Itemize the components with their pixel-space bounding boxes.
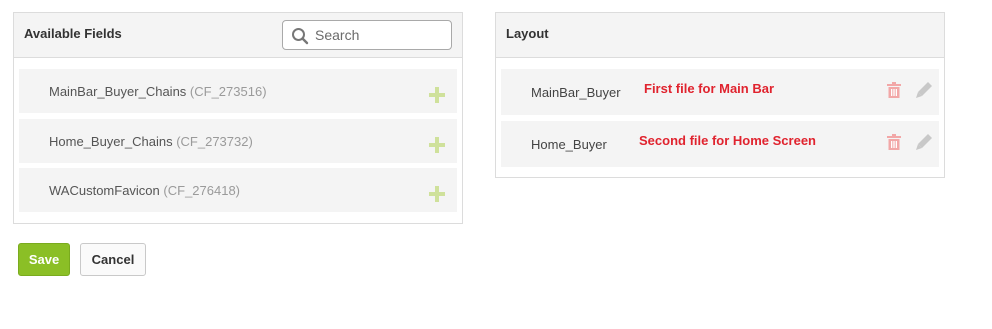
field-row[interactable]: Home_Buyer_Chains (CF_273732) [19,119,457,163]
available-fields-panel: Available Fields MainBar_Buyer_Chains (C… [13,12,463,224]
field-label: WACustomFavicon (CF_276418) [49,183,240,198]
search-box[interactable] [282,20,452,50]
layout-row[interactable]: MainBar_Buyer First file for Main Bar [501,69,939,115]
plus-icon[interactable] [429,137,445,153]
field-code: (CF_276418) [163,183,241,198]
plus-icon[interactable] [429,186,445,202]
pencil-icon[interactable] [915,133,933,151]
search-input[interactable] [315,23,445,47]
plus-icon[interactable] [429,87,445,103]
field-name: Home_Buyer_Chains [49,134,173,149]
layout-header: Layout [496,13,944,58]
available-fields-header: Available Fields [14,13,462,58]
field-label: MainBar_Buyer_Chains (CF_273516) [49,84,267,99]
field-code: (CF_273516) [189,84,267,99]
layout-panel: Layout MainBar_Buyer First file for Main… [495,12,945,178]
layout-item-name: Home_Buyer [531,137,607,152]
available-fields-title: Available Fields [24,26,122,41]
search-icon [292,28,309,45]
field-code: (CF_273732) [176,134,253,149]
layout-item-note: Second file for Home Screen [639,133,816,148]
layout-row[interactable]: Home_Buyer Second file for Home Screen [501,121,939,167]
pencil-icon[interactable] [915,81,933,99]
save-button[interactable]: Save [18,243,70,276]
layout-title: Layout [506,26,549,41]
cancel-button[interactable]: Cancel [80,243,146,276]
field-row[interactable]: WACustomFavicon (CF_276418) [19,168,457,212]
field-row[interactable]: MainBar_Buyer_Chains (CF_273516) [19,69,457,113]
field-name: MainBar_Buyer_Chains [49,84,187,99]
trash-icon[interactable] [887,82,901,98]
layout-item-note: First file for Main Bar [644,81,775,96]
layout-item-name: MainBar_Buyer [531,85,621,100]
trash-icon[interactable] [887,134,901,150]
field-name: WACustomFavicon [49,183,160,198]
field-label: Home_Buyer_Chains (CF_273732) [49,134,253,149]
